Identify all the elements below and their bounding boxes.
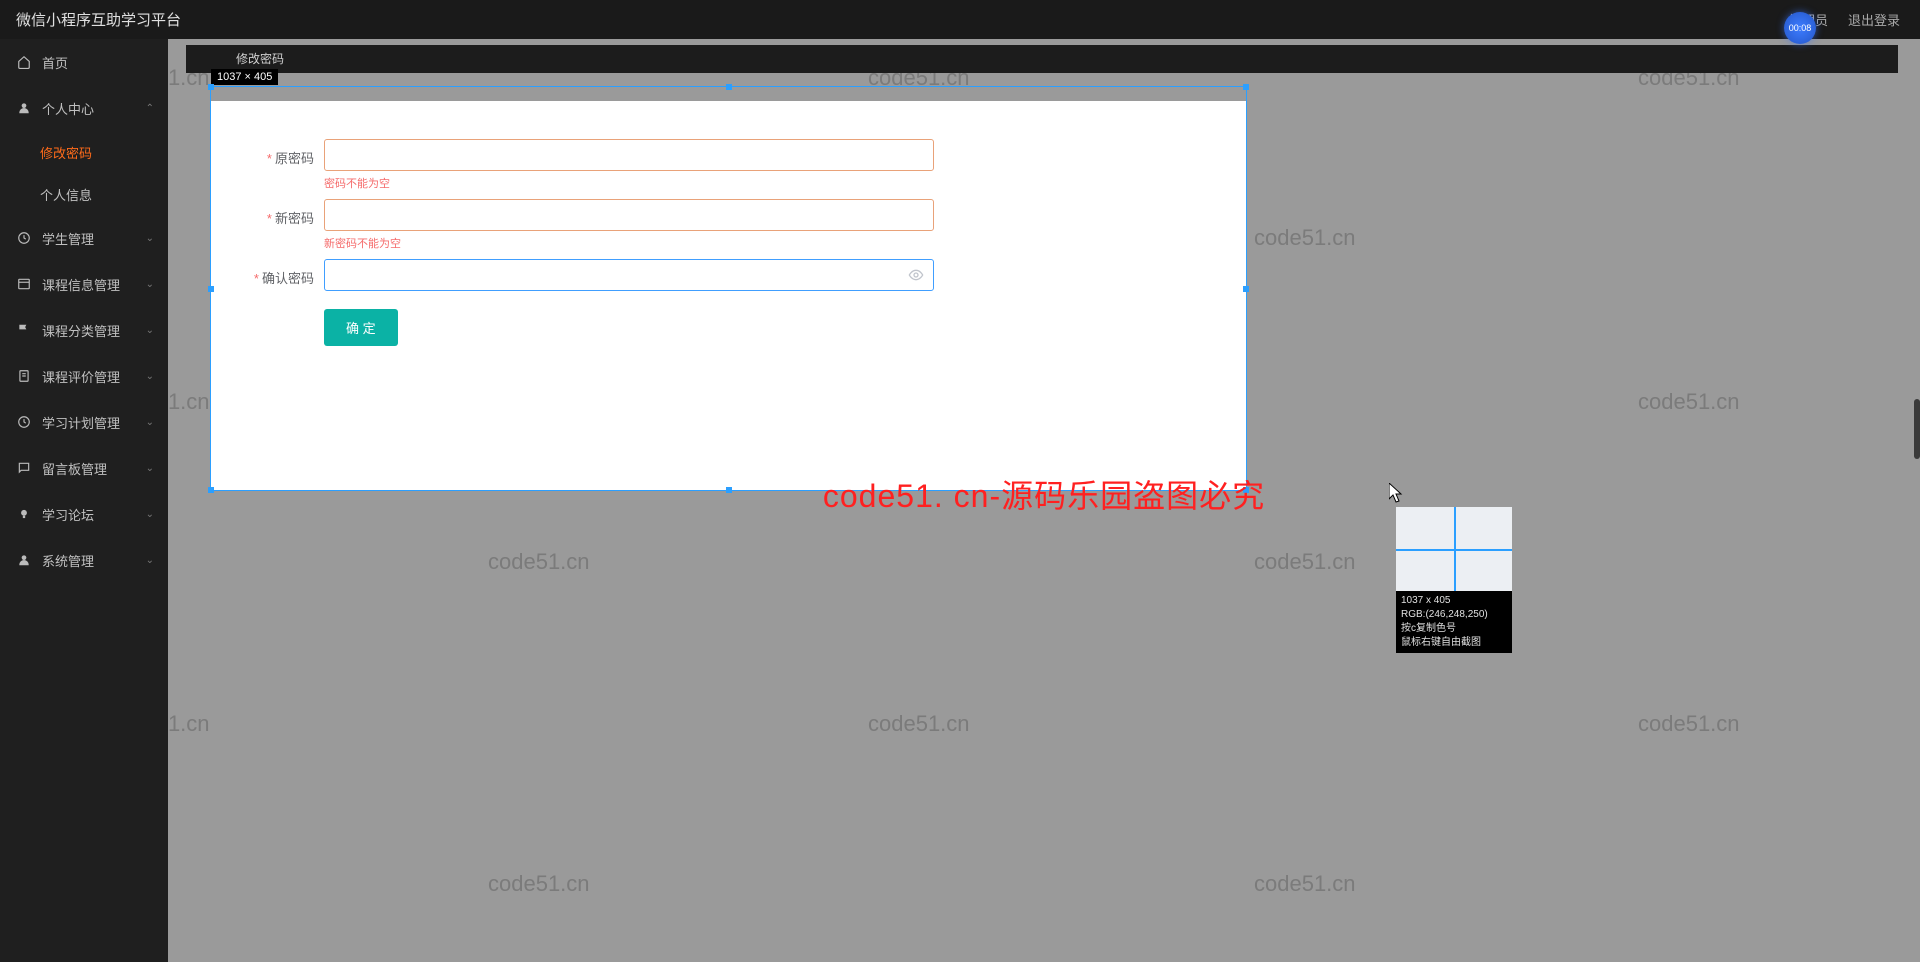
bg-watermark: code51.cn (1638, 711, 1740, 737)
doc-icon (16, 368, 32, 384)
chevron-down-icon: ⌄ (146, 325, 154, 336)
menu-personal-center[interactable]: 个人中心 ⌃ (0, 85, 168, 131)
chevron-down-icon: ⌄ (146, 417, 154, 428)
recording-timer-badge: 00:08 (1784, 12, 1816, 44)
zoom-info: 1037 x 405 RGB:(246,248,250) 按c复制色号 鼠标右键… (1396, 591, 1512, 653)
new-password-error: 新密码不能为空 (324, 235, 934, 251)
app-title: 微信小程序互助学习平台 (16, 9, 181, 30)
bg-watermark: code51.cn (1254, 871, 1356, 897)
menu-system-mgmt[interactable]: 系统管理 ⌄ (0, 537, 168, 583)
submit-row: 确 定 (210, 309, 1247, 346)
bg-watermark: code51.cn (488, 871, 590, 897)
chevron-down-icon: ⌄ (146, 233, 154, 244)
home-icon (16, 54, 32, 70)
zoom-preview (1396, 507, 1512, 591)
old-password-error: 密码不能为空 (324, 175, 934, 191)
clock-icon (16, 230, 32, 246)
tab-change-password[interactable]: 修改密码 (236, 50, 284, 67)
submit-button[interactable]: 确 定 (324, 309, 398, 346)
chevron-down-icon: ⌄ (146, 509, 154, 520)
menu-course-info[interactable]: 课程信息管理 ⌄ (0, 261, 168, 307)
flag-icon (16, 322, 32, 338)
scrollbar-thumb[interactable] (1914, 399, 1920, 459)
chevron-up-icon: ⌃ (146, 103, 154, 114)
logout-link[interactable]: 退出登录 (1848, 10, 1900, 29)
new-password-input[interactable] (324, 199, 934, 231)
user-icon (16, 552, 32, 568)
form-row-confirm-password: *确认密码 (210, 259, 1247, 291)
bg-watermark: code51.cn (1254, 225, 1356, 251)
menu-study-forum[interactable]: 学习论坛 ⌄ (0, 491, 168, 537)
chevron-down-icon: ⌄ (146, 555, 154, 566)
resize-handle[interactable] (1243, 84, 1249, 90)
chevron-down-icon: ⌄ (146, 371, 154, 382)
clock-icon (16, 414, 32, 430)
tab-strip: 修改密码 (186, 45, 1898, 73)
form-row-old-password: *原密码 密码不能为空 (210, 139, 1247, 191)
menu-message-board[interactable]: 留言板管理 ⌄ (0, 445, 168, 491)
menu-course-category[interactable]: 课程分类管理 ⌄ (0, 307, 168, 353)
bg-watermark: code51.cn (868, 711, 970, 737)
bg-watermark: code51.cn (488, 549, 590, 575)
topbar: 微信小程序互助学习平台 管理员 退出登录 (0, 0, 1920, 39)
eye-icon[interactable] (908, 267, 924, 283)
confirm-password-input[interactable] (324, 259, 934, 291)
sidebar: 首页 个人中心 ⌃ 修改密码 个人信息 学生管理 ⌄ 课程信息管理 ⌄ 课程分类… (0, 39, 168, 962)
cursor-icon (1389, 483, 1405, 503)
change-password-form: *原密码 密码不能为空 *新密码 新密码不能为空 *确认密码 (210, 101, 1247, 491)
list-icon (16, 276, 32, 292)
bg-watermark: code51.cn (1638, 389, 1740, 415)
color-picker-zoom-panel: 1037 x 405 RGB:(246,248,250) 按c复制色号 鼠标右键… (1396, 507, 1512, 653)
resize-handle[interactable] (208, 84, 214, 90)
bg-watermark: code51.cn (1254, 549, 1356, 575)
menu-study-plan[interactable]: 学习计划管理 ⌄ (0, 399, 168, 445)
menu-course-eval[interactable]: 课程评价管理 ⌄ (0, 353, 168, 399)
resize-handle[interactable] (726, 84, 732, 90)
chevron-down-icon: ⌄ (146, 463, 154, 474)
submenu-personal-info[interactable]: 个人信息 (0, 173, 168, 215)
old-password-input[interactable] (324, 139, 934, 171)
menu-student-mgmt[interactable]: 学生管理 ⌄ (0, 215, 168, 261)
chevron-down-icon: ⌄ (146, 279, 154, 290)
message-icon (16, 460, 32, 476)
user-icon (16, 100, 32, 116)
main-area: code51.cn code51.cn code51.cn code51.cn … (168, 39, 1920, 962)
menu-home[interactable]: 首页 (0, 39, 168, 85)
submenu-change-password[interactable]: 修改密码 (0, 131, 168, 173)
form-row-new-password: *新密码 新密码不能为空 (210, 199, 1247, 251)
bulb-icon (16, 506, 32, 522)
